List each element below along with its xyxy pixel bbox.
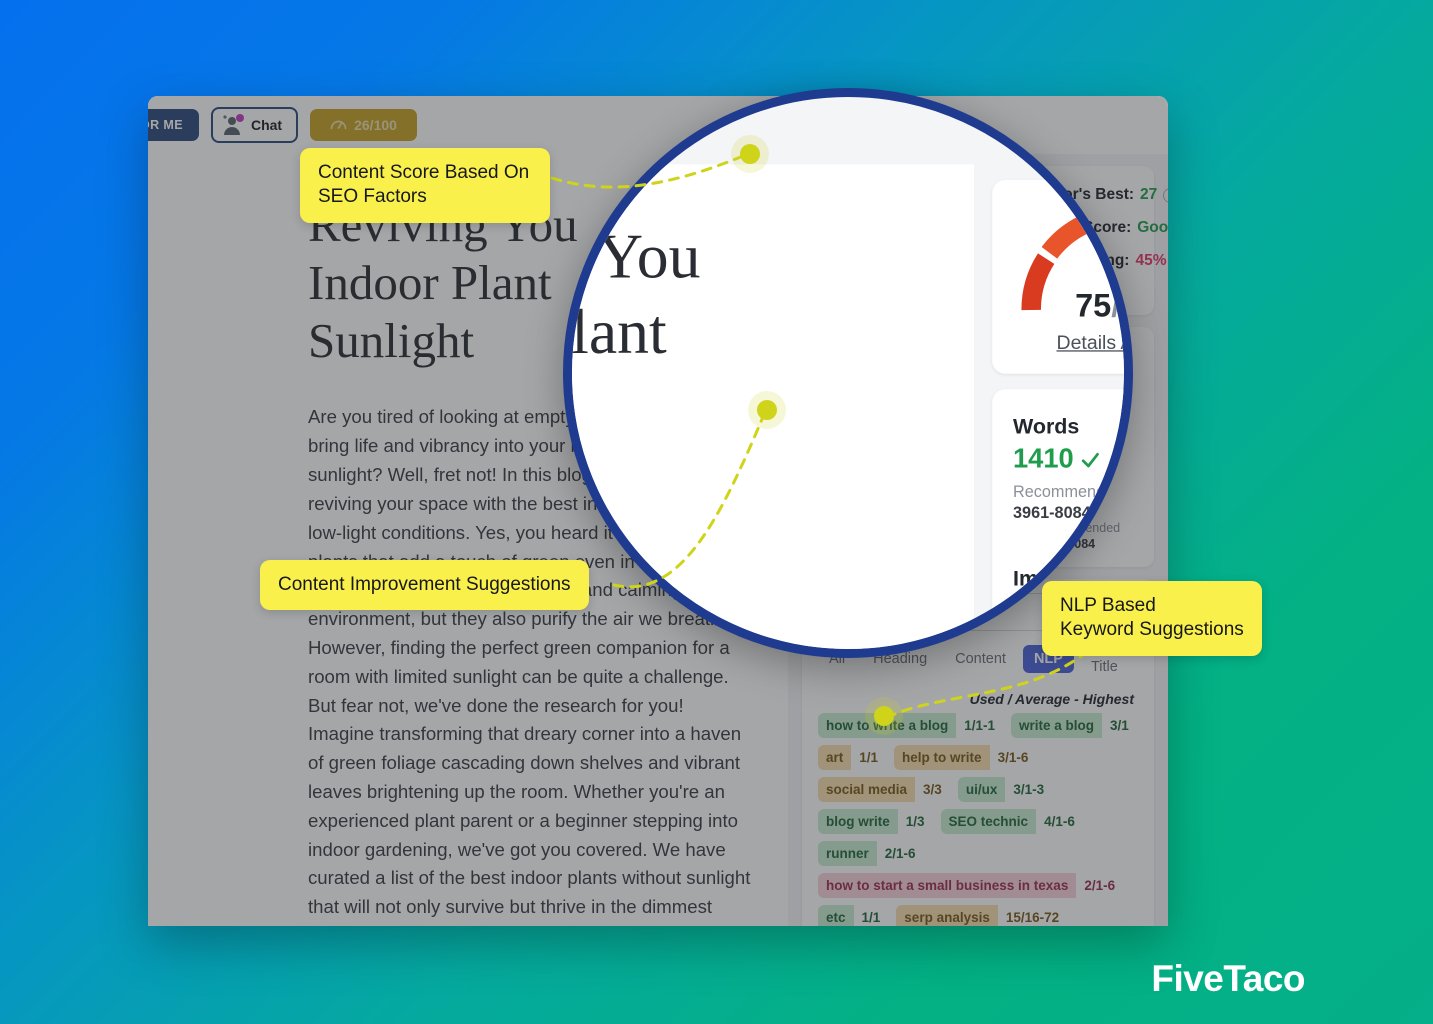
stat-value: Good: [1137, 219, 1168, 236]
content-score-card-magnified: 75/100 Details Analysis Competitor's Bes…: [992, 180, 1124, 374]
keyword-tag[interactable]: etc 1/1: [818, 904, 889, 926]
magnifier-lens: 75/100 Details Analysis Competitor's Bes…: [563, 88, 1133, 658]
anchor-dot-score: [740, 144, 760, 164]
keyword-tag-count: 1/1-1: [956, 712, 1004, 738]
anchor-dot-improvement: [757, 400, 777, 420]
keyword-tag[interactable]: how to start a small business in texas 2/…: [818, 872, 1124, 898]
keyword-tag-label: SEO technic: [940, 808, 1037, 834]
metric-title: Words: [1012, 415, 1080, 439]
keyword-tag[interactable]: art 1/1: [818, 744, 887, 770]
keyword-tag[interactable]: SEO technic 4/1-6: [940, 808, 1083, 834]
metric-recommended: Recommended3961-8084: [1012, 482, 1124, 522]
keyword-tag[interactable]: how to write a blog 1/1-1: [818, 712, 1004, 738]
metric-item: Words 1410 Recommended3961-8084: [1012, 415, 1124, 523]
keyword-tag-count: 3/1-3: [1005, 776, 1053, 802]
keyword-tag[interactable]: runner 2/1-6: [818, 840, 924, 866]
keyword-tag-label: how to start a small business in texas: [818, 872, 1077, 898]
content-score-badge-label: 26/100: [354, 117, 397, 133]
keyword-tag-count: 3/3: [915, 776, 950, 802]
keyword-tag[interactable]: ui/ux 3/1-3: [957, 776, 1053, 802]
keyword-tag-count: 2/1-6: [876, 840, 924, 866]
keyword-tag[interactable]: social media 3/3: [818, 776, 950, 802]
keyword-tag-label: write a blog: [1011, 712, 1103, 738]
keyword-tag-count: 3/1-6: [989, 744, 1037, 770]
article-title: Reviving You Indoor Plant Sunlight: [571, 220, 701, 367]
write-for-me-button[interactable]: OR ME: [148, 109, 199, 141]
keyword-tag-count: 3/1: [1102, 712, 1137, 738]
keyword-tag[interactable]: blog write 1/3: [818, 808, 933, 834]
keyword-tag-label: social media: [818, 776, 916, 802]
content-score-badge[interactable]: 26/100: [310, 109, 417, 141]
keyword-tag[interactable]: write a blog 3/1: [1011, 712, 1137, 738]
keyword-legend: Used / Average - Highest: [969, 690, 1134, 707]
stat-value: 45%: [1135, 252, 1167, 269]
gauge-icon: [330, 117, 347, 133]
anchor-dot-nlp: [874, 706, 894, 726]
keyword-tag-label: blog write: [818, 808, 898, 834]
callout-content-improvement: Content Improvement Suggestions: [260, 560, 589, 611]
keyword-tag-label: help to write: [894, 744, 990, 770]
chat-button-label: Chat: [250, 117, 283, 133]
keyword-tag-label: runner: [818, 840, 877, 866]
info-icon[interactable]: i: [1163, 187, 1168, 203]
keyword-tag-label: serp analysis: [896, 904, 998, 926]
keyword-tag-count: 1/1: [851, 744, 887, 770]
keyword-tag-label: art: [818, 744, 852, 770]
score-gauge-magnified: 75/100 Details Analysis: [1013, 198, 1124, 355]
avatar-icon: [221, 114, 245, 136]
check-icon: [1081, 452, 1099, 467]
keyword-tag-label: ui/ux: [957, 776, 1006, 802]
keyword-tag-count: 1/1: [853, 904, 889, 926]
keyword-tag-label: etc: [818, 904, 854, 926]
keyword-tag-count: 4/1-6: [1036, 808, 1083, 834]
keyword-tag-count: 1/3: [897, 808, 933, 834]
fivetaco-logo: FiveTaco: [1151, 958, 1305, 999]
keyword-tag-list: how to write a blog 1/1-1 write a blog 3/1 a…: [818, 712, 1138, 926]
callout-content-score: Content Score Based On SEO Factors: [300, 148, 550, 223]
keyword-tag-count: 2/1-6: [1076, 872, 1124, 898]
keyword-tag-count: 15/16-72: [997, 904, 1068, 926]
keyword-tag[interactable]: serp analysis 15/16-72: [896, 904, 1068, 926]
details-analysis-link[interactable]: Details Analysis: [1057, 332, 1124, 354]
stat-value: 27: [1140, 186, 1158, 203]
chat-button[interactable]: Chat: [210, 107, 299, 143]
callout-nlp-keywords: NLP Based Keyword Suggestions: [1042, 581, 1262, 656]
metric-value: 1410: [1013, 444, 1124, 475]
magnified-content: 75/100 Details Analysis Competitor's Bes…: [571, 97, 1124, 649]
keyword-tag[interactable]: help to write 3/1-6: [894, 744, 1037, 770]
